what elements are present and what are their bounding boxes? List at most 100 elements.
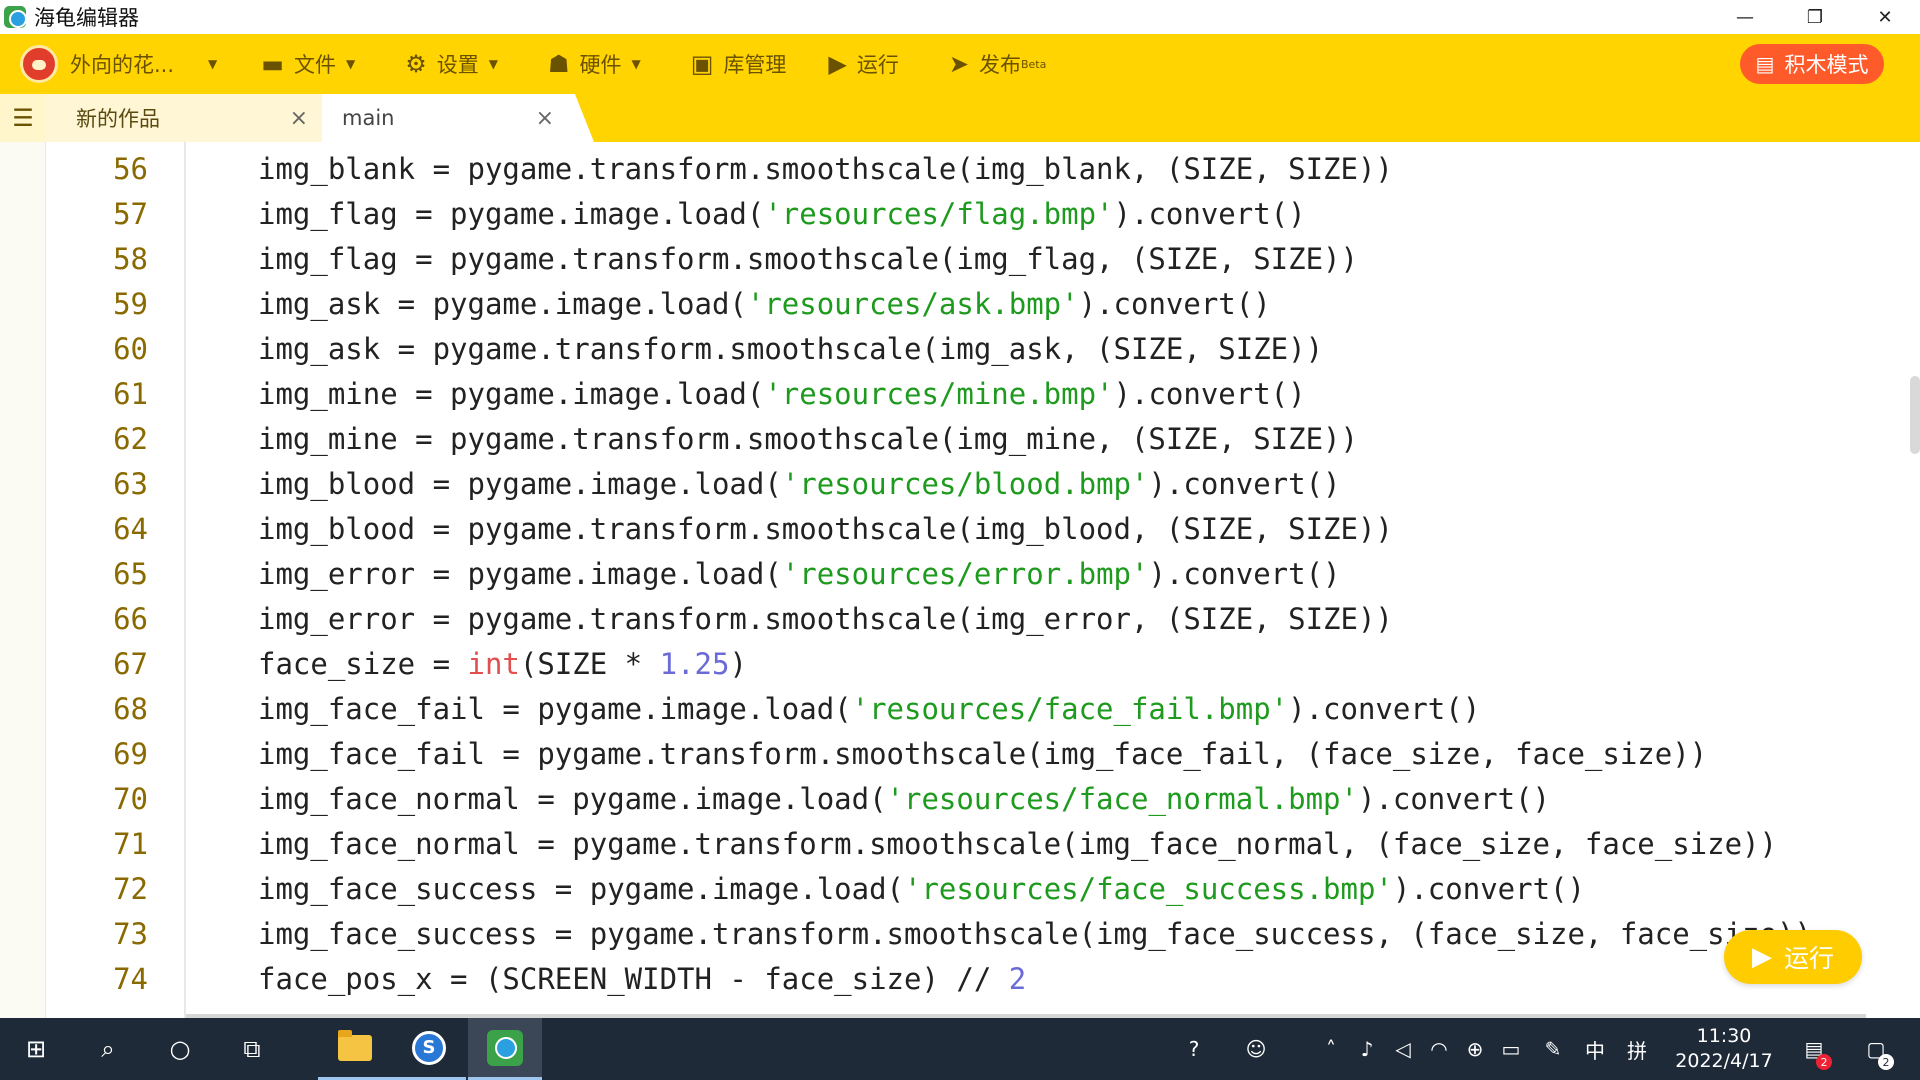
library-button-label: 库管理 — [723, 53, 787, 77]
pen-icon[interactable]: ✎ — [1536, 1018, 1570, 1080]
code-line[interactable]: 66 img_error = pygame.transform.smoothsca… — [0, 596, 1900, 641]
restore-button[interactable]: ❐ — [1780, 0, 1850, 34]
file-menu[interactable]: ▬ 文件 ▼ — [261, 49, 355, 79]
run-button-label: 运行 — [1783, 944, 1834, 973]
notifications-icon[interactable]: ▢ 2 — [1856, 1018, 1896, 1080]
cortana-icon[interactable]: ○ — [158, 1018, 202, 1080]
chevron-up-icon[interactable]: ˄ — [1316, 1018, 1346, 1080]
line-number: 61 — [113, 376, 148, 411]
tab-bar: ☰ 新的作品 × main × — [0, 94, 1920, 142]
sogou-icon: S — [412, 1030, 446, 1065]
run-button[interactable]: ▶ 运行 — [1724, 930, 1862, 984]
code-line[interactable]: 62 img_mine = pygame.transform.smoothscal… — [0, 416, 1900, 461]
beta-badge: Beta — [1020, 57, 1047, 71]
battery-icon[interactable]: ▭ — [1496, 1018, 1526, 1080]
chevron-down-icon: ▼ — [631, 57, 641, 71]
block-mode-button[interactable]: ▤ 积木模式 — [1740, 44, 1884, 84]
code-line[interactable]: 63 img_blood = pygame.image.load('resourc… — [0, 461, 1900, 506]
code-line[interactable]: 70 img_face_normal = pygame.image.load('r… — [0, 776, 1900, 821]
paper-plane-icon: ➤ — [948, 50, 969, 78]
code-text: img_ask = pygame.image.load('resources/a… — [258, 286, 1271, 321]
code-line[interactable]: 57 img_flag = pygame.image.load('resource… — [0, 191, 1900, 236]
sogou-app[interactable]: S — [392, 1018, 466, 1080]
blocks-icon: ▤ — [1755, 52, 1775, 76]
user-menu[interactable]: 外向的花... ▼ — [70, 49, 217, 79]
line-number: 60 — [113, 331, 148, 366]
user-name: 外向的花... — [70, 53, 175, 77]
file-explorer-app[interactable] — [318, 1018, 392, 1080]
code-line[interactable]: 56 img_blank = pygame.transform.smoothsca… — [0, 146, 1900, 191]
ime-language-indicator[interactable]: 中 — [1578, 1018, 1612, 1080]
code-line[interactable]: 71 img_face_normal = pygame.transform.smo… — [0, 821, 1900, 866]
action-center-badge: 2 — [1816, 1054, 1832, 1070]
code-text: img_face_normal = pygame.image.load('res… — [258, 781, 1551, 816]
user-avatar[interactable] — [20, 45, 58, 83]
task-view-icon[interactable]: ⧉ — [230, 1018, 274, 1080]
vertical-scrollbar[interactable] — [1910, 376, 1920, 454]
main-toolbar: 外向的花... ▼ ▬ 文件 ▼ ⚙ 设置 ▼ ☗ 硬件 ▼ ▣ 库管理 ▶ 运… — [0, 34, 1920, 94]
settings-menu[interactable]: ⚙ 设置 ▼ — [405, 49, 498, 79]
help-icon[interactable]: ? — [1174, 1018, 1214, 1080]
code-text: img_mine = pygame.transform.smoothscale(… — [258, 421, 1358, 456]
folder-icon: ▬ — [261, 50, 284, 78]
wifi-icon[interactable]: ◠ — [1424, 1018, 1454, 1080]
publish-button[interactable]: ➤ 发布 Beta — [949, 49, 1046, 79]
clock-time: 11:30 — [1696, 1025, 1752, 1047]
tab-new-work[interactable]: 新的作品 × — [46, 94, 322, 142]
code-line[interactable]: 69 img_face_fail = pygame.transform.smoot… — [0, 731, 1900, 776]
robot-icon: ☗ — [547, 50, 570, 78]
ime-mode-indicator[interactable]: 拼 — [1620, 1018, 1654, 1080]
hardware-menu-label: 硬件 — [579, 53, 622, 77]
line-number: 64 — [113, 511, 148, 546]
code-line[interactable]: 74 face_pos_x = (SCREEN_WIDTH - face_size… — [0, 956, 1900, 1001]
close-tab-icon[interactable]: × — [536, 106, 554, 131]
line-number: 65 — [113, 556, 148, 591]
code-line[interactable]: 61 img_mine = pygame.image.load('resource… — [0, 371, 1900, 416]
windows-start-icon[interactable]: ⊞ — [14, 1018, 58, 1080]
publish-label: 发布 — [978, 53, 1021, 77]
code-line[interactable]: 68 img_face_fail = pygame.image.load('res… — [0, 686, 1900, 731]
code-editor[interactable]: 56 img_blank = pygame.transform.smoothsca… — [0, 142, 1920, 1018]
clock-date: 2022/4/17 — [1675, 1050, 1773, 1072]
code-text: img_face_fail = pygame.transform.smooths… — [258, 736, 1708, 771]
code-line[interactable]: 72 img_face_success = pygame.image.load('… — [0, 866, 1900, 911]
gear-icon: ⚙ — [405, 50, 427, 78]
bell-icon[interactable]: ♪ — [1352, 1018, 1382, 1080]
chevron-down-icon: ▼ — [488, 57, 498, 71]
code-line[interactable]: 59 img_ask = pygame.image.load('resources… — [0, 281, 1900, 326]
close-button[interactable]: ✕ — [1850, 0, 1920, 34]
minimize-button[interactable]: — — [1710, 0, 1780, 34]
folder-icon — [338, 1029, 372, 1061]
code-text: img_flag = pygame.image.load('resources/… — [258, 196, 1306, 231]
volume-icon[interactable]: ◁ — [1388, 1018, 1418, 1080]
code-line[interactable]: 73 img_face_success = pygame.transform.sm… — [0, 911, 1900, 956]
line-number: 73 — [113, 916, 148, 951]
turtle-editor-app[interactable] — [468, 1018, 542, 1080]
notifications-badge: 2 — [1878, 1054, 1894, 1070]
window-controls: — ❐ ✕ — [1710, 0, 1920, 34]
tab-label: main — [342, 106, 395, 130]
line-number: 72 — [113, 871, 148, 906]
code-text: img_blank = pygame.transform.smoothscale… — [258, 151, 1393, 186]
code-text: img_face_success = pygame.transform.smoo… — [258, 916, 1812, 951]
line-number: 67 — [113, 646, 148, 681]
close-tab-icon[interactable]: × — [290, 106, 308, 131]
run-toolbar-button[interactable]: ▶ 运行 — [828, 49, 898, 79]
code-line[interactable]: 64 img_blood = pygame.transform.smoothsca… — [0, 506, 1900, 551]
hardware-menu[interactable]: ☗ 硬件 ▼ — [548, 49, 641, 79]
code-text: img_blood = pygame.image.load('resources… — [258, 466, 1341, 501]
line-number: 69 — [113, 736, 148, 771]
search-icon[interactable]: ⌕ — [86, 1018, 130, 1080]
code-text: face_pos_x = (SCREEN_WIDTH - face_size) … — [258, 961, 1027, 996]
library-button[interactable]: ▣ 库管理 — [691, 49, 787, 79]
code-line[interactable]: 65 img_error = pygame.image.load('resourc… — [0, 551, 1900, 596]
security-shield-icon[interactable]: ⊕ — [1460, 1018, 1490, 1080]
code-line[interactable]: 67 face_size = int(SIZE * 1.25) — [0, 641, 1900, 686]
hamburger-menu-icon[interactable]: ☰ — [0, 94, 46, 142]
tab-main[interactable]: main × — [322, 94, 594, 142]
action-center-icon[interactable]: ▤ 2 — [1794, 1018, 1834, 1080]
system-clock[interactable]: 11:30 2022/4/17 — [1664, 1024, 1784, 1074]
code-line[interactable]: 58 img_flag = pygame.transform.smoothscal… — [0, 236, 1900, 281]
people-icon[interactable]: ☺ — [1236, 1018, 1276, 1080]
code-line[interactable]: 60 img_ask = pygame.transform.smoothscale… — [0, 326, 1900, 371]
